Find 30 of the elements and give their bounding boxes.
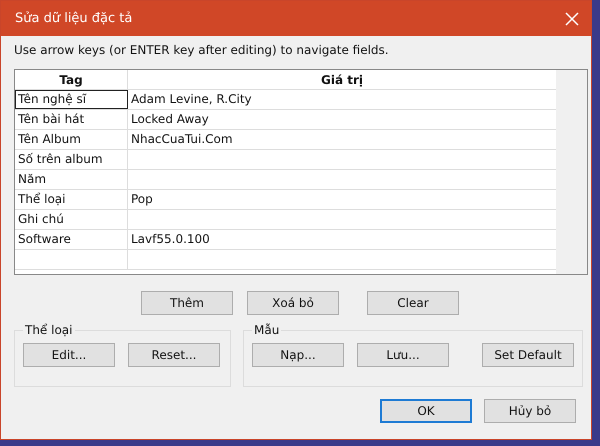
table-cell[interactable]: Thể loại <box>15 190 128 209</box>
table-action-button[interactable]: Xoá bỏ <box>247 291 339 315</box>
table-cell[interactable]: Locked Away <box>128 110 556 129</box>
table-cell[interactable]: Lavf55.0.100 <box>128 230 556 249</box>
column-header: Tag <box>15 70 128 89</box>
table-cell[interactable]: Software <box>15 230 128 249</box>
close-icon[interactable] <box>565 12 579 26</box>
dialog-button[interactable]: Hủy bỏ <box>484 399 576 423</box>
table-cell[interactable]: Số trên album <box>15 150 128 169</box>
group-button[interactable]: Edit... <box>23 343 115 367</box>
table-cell[interactable]: NhacCuaTui.Com <box>128 130 556 149</box>
instruction-text: Use arrow keys (or ENTER key after editing) to navigate fields. <box>14 42 390 59</box>
table-cell[interactable]: Năm <box>15 170 128 189</box>
group-button[interactable]: Lưu... <box>357 343 449 367</box>
group-label: Thể loại <box>24 323 74 337</box>
group-button[interactable]: Nạp... <box>252 343 344 367</box>
group-button[interactable]: Set Default <box>482 343 574 367</box>
table-cell[interactable]: Tên nghệ sĩ <box>15 90 128 109</box>
dialog-button[interactable]: OK <box>380 399 472 423</box>
table-cell[interactable]: Ghi chú <box>15 210 128 229</box>
table-cell[interactable]: Adam Levine, R.City <box>128 90 556 109</box>
window-title: Sửa dữ liệu đặc tả <box>15 11 132 26</box>
table-cell[interactable]: Tên Album <box>15 130 128 149</box>
group-label: Mẫu <box>253 323 280 337</box>
table-action-button[interactable]: Thêm <box>141 291 233 315</box>
table-cell[interactable]: Tên bài hát <box>15 110 128 129</box>
group-button[interactable]: Reset... <box>128 343 220 367</box>
column-header: Giá trị <box>320 72 364 89</box>
table-action-button[interactable]: Clear <box>367 291 459 315</box>
table-cell[interactable]: Pop <box>128 190 556 209</box>
